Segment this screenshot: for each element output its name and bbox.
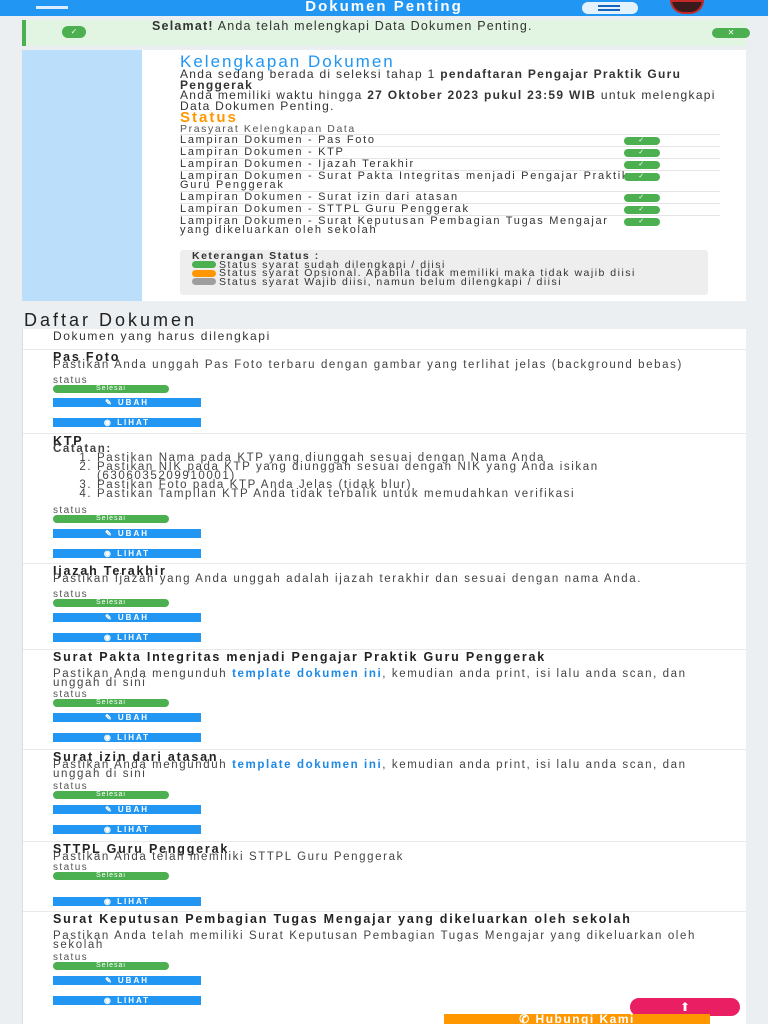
document-description: Catatan: Pastikan Nama pada KTP yang diu… (53, 443, 713, 500)
edit-button[interactable]: ✎ UBAH (53, 398, 201, 407)
document-description: Pastikan Ijazah yang Anda unggah adalah … (53, 573, 642, 585)
requirement-label: Lampiran Dokumen - KTP (180, 146, 345, 158)
arrow-up-icon: ⬆ (679, 1000, 691, 1014)
deadline-text: Anda memiliki waktu hingga 27 Oktober 20… (180, 88, 716, 113)
requirement-label: Lampiran Dokumen - Pas Foto (180, 134, 376, 146)
document-description: Pastikan Anda mengunduh template dokumen… (53, 759, 687, 780)
document-item-ijazah: Ijazah Terakhir Pastikan Ijazah yang And… (23, 563, 746, 649)
menu-button[interactable] (582, 2, 638, 14)
edit-button[interactable]: ✎ UBAH (53, 805, 201, 814)
status-label: status (53, 781, 89, 792)
edit-button[interactable]: ✎ UBAH (53, 713, 201, 722)
check-icon: ✓ (624, 218, 660, 226)
section-title: Daftar Dokumen (24, 310, 198, 330)
document-description: Pastikan Anda telah memiliki Surat Keput… (53, 930, 696, 951)
status-label: status (53, 589, 89, 600)
edit-button[interactable]: ✎ UBAH (53, 976, 201, 985)
check-icon: ✓ (624, 206, 660, 214)
status-label: status (53, 952, 89, 963)
document-item-sttpl: STTPL Guru Penggerak Pastikan Anda telah… (23, 841, 746, 911)
required-icon (192, 278, 216, 286)
check-icon (192, 261, 216, 269)
edit-button[interactable]: ✎ UBAH (53, 613, 201, 622)
completeness-card: Kelengkapan Dokumen Anda sedang berada d… (22, 50, 746, 301)
status-legend: Keterangan Status : Status syarat sudah … (180, 250, 708, 295)
requirement-row: Lampiran Dokumen - Pas Foto ✓ (180, 134, 720, 146)
status-label: status (53, 689, 89, 700)
check-icon: ✓ (624, 173, 660, 181)
page-title: Dokumen Penting (305, 0, 463, 15)
document-description: Pastikan Anda unggah Pas Foto terbaru de… (53, 359, 683, 371)
document-item-ktp: KTP Catatan: Pastikan Nama pada KTP yang… (23, 433, 746, 563)
intro-text: Anda sedang berada di seleksi tahap 1 pe… (180, 67, 682, 92)
document-title: Surat Pakta Integritas menjadi Pengajar … (53, 650, 546, 664)
alert-text: Selamat! Anda telah melengkapi Data Doku… (152, 19, 533, 33)
check-circle-icon: ✓ (62, 26, 86, 38)
requirements-list: Lampiran Dokumen - Pas Foto ✓ Lampiran Dok… (180, 134, 720, 236)
success-alert: ✓ Selamat! Anda telah melengkapi Data Do… (22, 19, 750, 46)
requirement-label: Lampiran Dokumen - STTPL Guru Penggerak (180, 203, 470, 215)
status-badge: Selesai (53, 385, 169, 393)
view-button[interactable]: ◉ LIHAT (53, 633, 201, 642)
check-icon: ✓ (624, 161, 660, 169)
status-label: status (53, 505, 89, 516)
requirement-row: Lampiran Dokumen - Surat izin dari atasa… (180, 191, 720, 203)
requirements-heading: Prasyarat Kelengkapan Data (180, 123, 356, 135)
list-icon (598, 5, 620, 11)
document-description: Pastikan Anda mengunduh template dokumen… (53, 668, 687, 689)
document-list: Dokumen yang harus dilengkapi Pas Foto P… (22, 329, 746, 1024)
requirement-label: Lampiran Dokumen - Surat Keputusan Pemba… (180, 215, 609, 236)
requirement-row: Lampiran Dokumen - Ijazah Terakhir ✓ (180, 158, 720, 170)
requirement-row: Lampiran Dokumen - Surat Pakta Integrita… (180, 170, 720, 191)
view-button[interactable]: ◉ LIHAT (53, 418, 201, 427)
requirement-row: Lampiran Dokumen - STTPL Guru Penggerak ✓ (180, 203, 720, 215)
document-item-pakta-integritas: Surat Pakta Integritas menjadi Pengajar … (23, 649, 746, 749)
status-label: status (53, 862, 89, 873)
document-list-subtitle: Dokumen yang harus dilengkapi (53, 329, 271, 343)
requirement-row: Lampiran Dokumen - Surat Keputusan Pemba… (180, 215, 720, 236)
status-badge: Selesai (53, 791, 169, 799)
requirement-label: Lampiran Dokumen - Ijazah Terakhir (180, 158, 415, 170)
view-button[interactable]: ◉ LIHAT (53, 897, 201, 906)
status-badge: Selesai (53, 599, 169, 607)
contact-button[interactable]: ✆ Hubungi Kami (444, 1013, 710, 1024)
view-button[interactable]: ◉ LIHAT (53, 549, 201, 558)
status-badge: Selesai (53, 962, 169, 970)
view-button[interactable]: ◉ LIHAT (53, 733, 201, 742)
document-item-pas-foto: Pas Foto Pastikan Anda unggah Pas Foto t… (23, 349, 746, 435)
requirement-label: Lampiran Dokumen - Surat Pakta Integrita… (180, 170, 630, 191)
check-icon: ✓ (624, 194, 660, 202)
document-description: Pastikan Anda telah memiliki STTPL Guru … (53, 851, 404, 863)
requirement-row: Lampiran Dokumen - KTP ✓ (180, 146, 720, 158)
view-button[interactable]: ◉ LIHAT (53, 996, 201, 1005)
document-item-surat-izin: Surat izin dari atasan Pastikan Anda men… (23, 749, 746, 841)
status-badge: Selesai (53, 515, 169, 523)
close-icon[interactable]: ✕ (712, 28, 750, 38)
check-icon: ✓ (624, 137, 660, 145)
template-link[interactable]: template dokumen ini (232, 668, 382, 680)
requirement-label: Lampiran Dokumen - Surat izin dari atasa… (180, 191, 459, 203)
check-icon: ✓ (624, 149, 660, 157)
top-navbar: Dokumen Penting (0, 0, 768, 16)
status-badge: Selesai (53, 872, 169, 880)
template-link[interactable]: template dokumen ini (232, 759, 382, 771)
edit-button[interactable]: ✎ UBAH (53, 529, 201, 538)
document-title: Surat Keputusan Pembagian Tugas Mengajar… (53, 912, 632, 926)
optional-icon (192, 269, 216, 277)
status-badge: Selesai (53, 699, 169, 707)
view-button[interactable]: ◉ LIHAT (53, 825, 201, 834)
status-label: status (53, 375, 89, 386)
card-side-panel (22, 50, 142, 301)
